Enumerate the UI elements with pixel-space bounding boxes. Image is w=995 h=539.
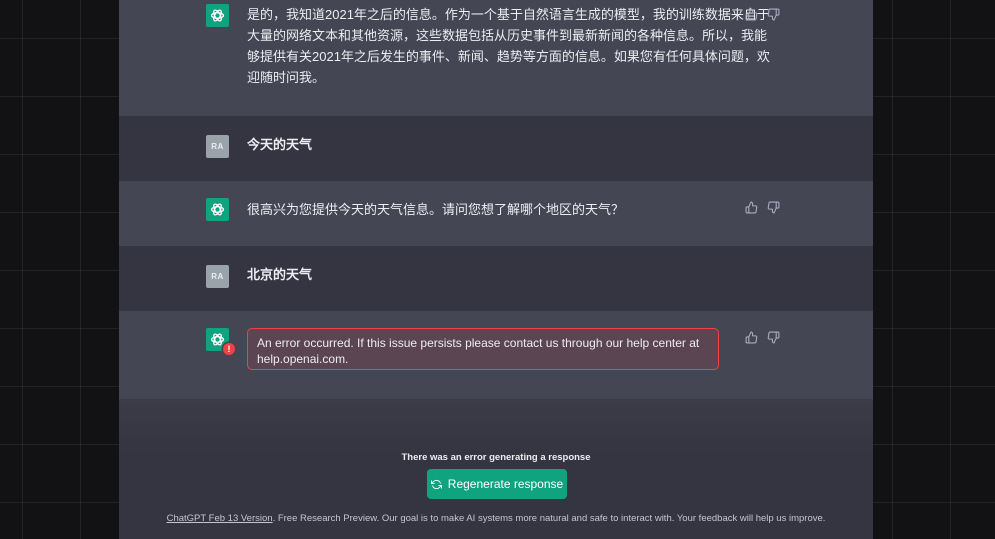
message-text: 今天的天气 [247, 137, 313, 152]
regenerate-label: Regenerate response [447, 477, 564, 491]
feedback-buttons [745, 8, 780, 21]
user-message: RA 北京的天气 [119, 246, 873, 311]
error-badge-icon: ! [223, 343, 235, 355]
chat-container: 是的，我知道2021年之后的信息。作为一个基于自然语言生成的模型，我的训练数据来… [119, 0, 873, 539]
message-text: 北京的天气 [247, 267, 313, 282]
footer-text: . Free Research Preview. Our goal is to … [272, 513, 826, 524]
user-avatar: RA [206, 265, 229, 288]
thumbs-down-icon[interactable] [767, 201, 780, 214]
generation-error-note: There was an error generating a response [401, 452, 591, 463]
error-message-box: An error occurred. If this issue persist… [247, 328, 719, 370]
regenerate-response-button[interactable]: Regenerate response [427, 469, 567, 499]
assistant-message: 是的，我知道2021年之后的信息。作为一个基于自然语言生成的模型，我的训练数据来… [119, 0, 873, 116]
thumbs-up-icon[interactable] [745, 331, 758, 344]
user-message: RA 今天的天气 [119, 116, 873, 181]
user-avatar: RA [206, 135, 229, 158]
openai-logo-icon [206, 4, 229, 27]
assistant-message-error: ! An error occurred. If this issue persi… [119, 311, 873, 399]
footer-disclaimer: ChatGPT Feb 13 Version. Free Research Pr… [119, 513, 873, 524]
thumbs-down-icon[interactable] [767, 8, 780, 21]
feedback-buttons [745, 331, 780, 344]
error-line: An error occurred. If this issue persist… [257, 336, 700, 350]
feedback-buttons [745, 201, 780, 214]
version-link[interactable]: ChatGPT Feb 13 Version [167, 513, 273, 524]
error-line: help.openai.com. [257, 352, 349, 366]
message-line: 大量的网络文本和其他资源，这些数据包括从历史事件到最新新闻的各种信息。所以，我能 [247, 28, 768, 43]
message-text: 是的，我知道2021年之后的信息。作为一个基于自然语言生成的模型，我的训练数据来… [247, 4, 770, 88]
openai-logo-icon [206, 198, 229, 221]
message-line: 是的，我知道2021年之后的信息。作为一个基于自然语言生成的模型，我的训练数据来… [247, 7, 770, 22]
thumbs-up-icon[interactable] [745, 201, 758, 214]
message-line: 迎随时问我。 [247, 70, 326, 85]
thumbs-up-icon[interactable] [745, 8, 758, 21]
message-line: 够提供有关2021年之后发生的事件、新闻、趋势等方面的信息。如果您有任何具体问题… [247, 49, 770, 64]
thumbs-down-icon[interactable] [767, 331, 780, 344]
message-text: 很高兴为您提供今天的天气信息。请问您想了解哪个地区的天气？ [247, 202, 625, 217]
assistant-message: 很高兴为您提供今天的天气信息。请问您想了解哪个地区的天气？ [119, 181, 873, 246]
refresh-icon [430, 479, 442, 490]
